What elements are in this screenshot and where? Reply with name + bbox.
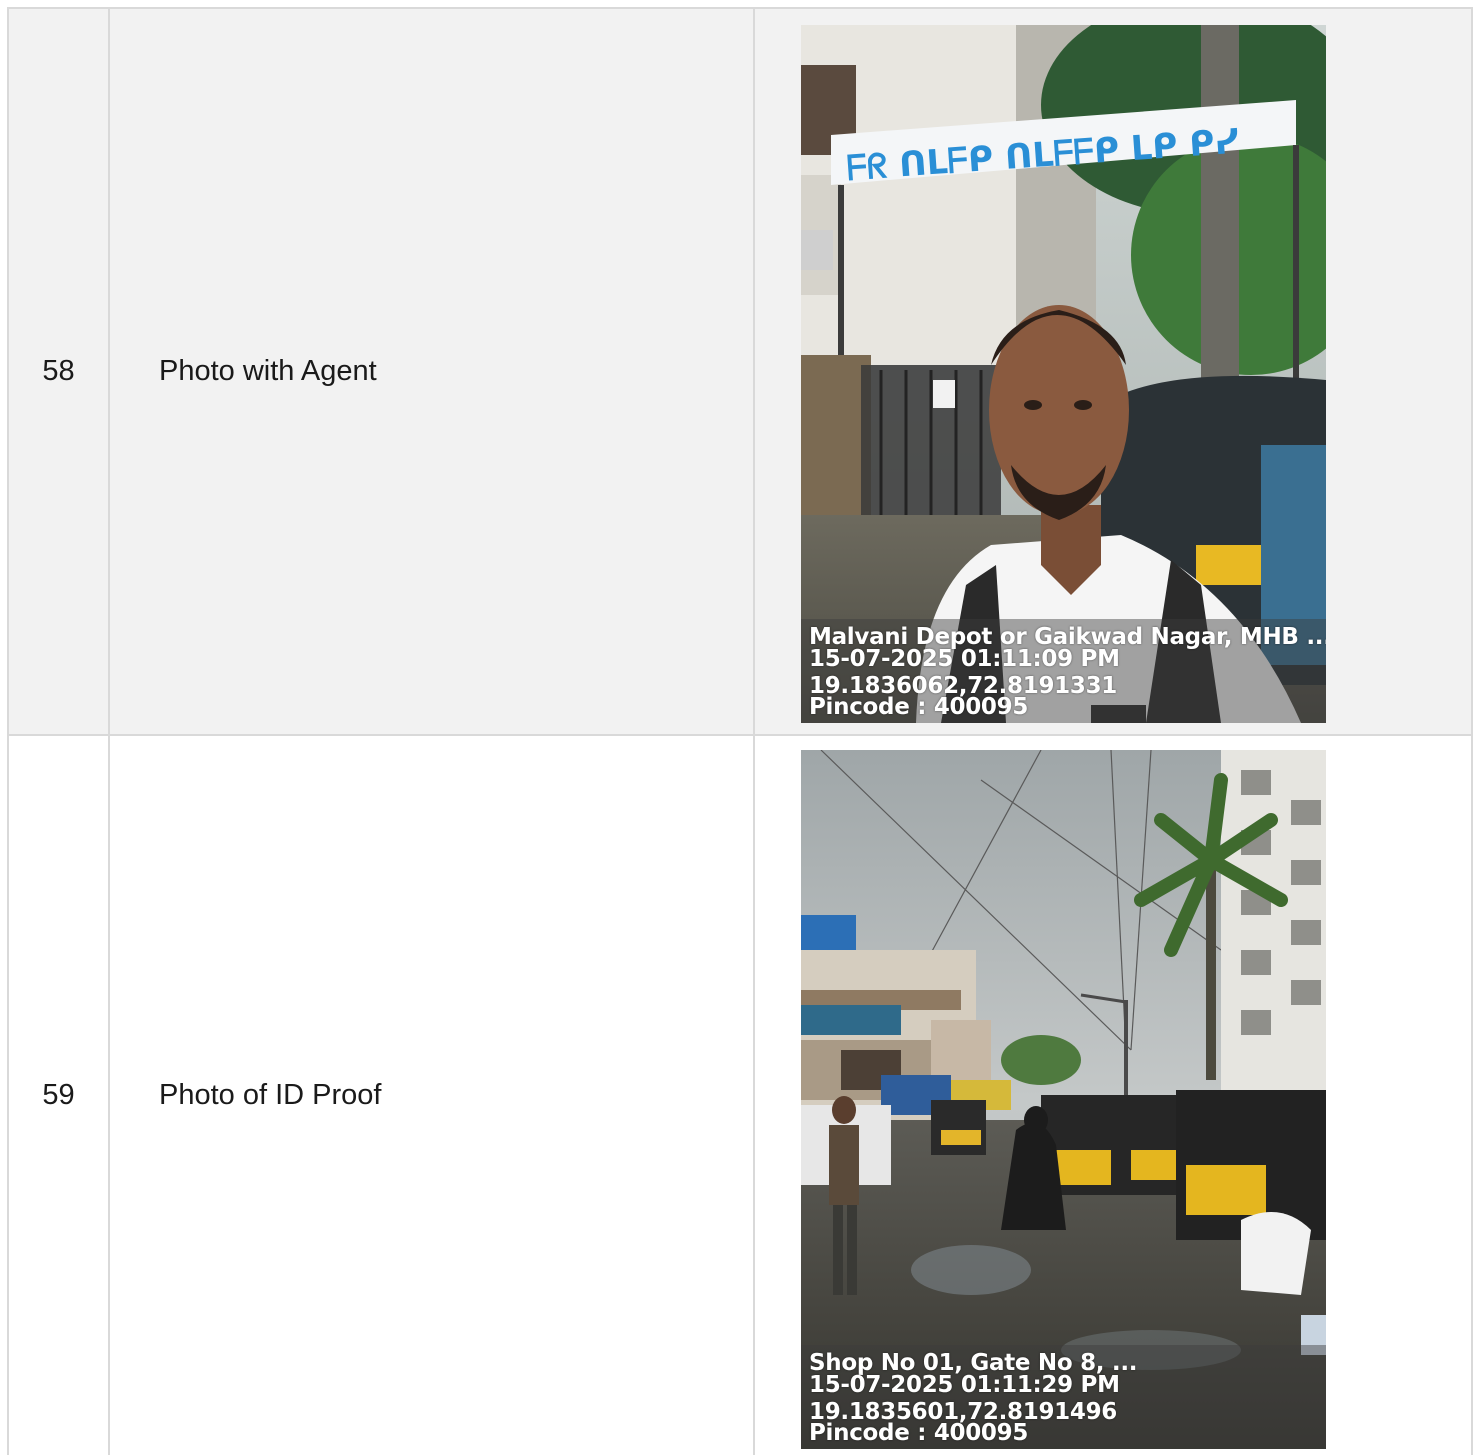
table-row: 58 Photo with Agent ᖴᖇ ᑎᒪᖴᑭ ᑎᒪᖴᖴᑭ ᒪᑭ ᑭᓯ … [7, 7, 1473, 734]
photo-geotag-stamp: Malvani Depot or Gaikwad Nagar, MHB ... … [801, 619, 1326, 723]
geotag-datetime: 15-07-2025 01:11:29 PM [809, 1372, 1120, 1398]
photo-cell: ᖴᖇ ᑎᒪᖴᑭ ᑎᒪᖴᖴᑭ ᒪᑭ ᑭᓯ Malvani Depot or Gai… [755, 9, 1471, 734]
row-label: Photo with Agent [110, 9, 755, 734]
id-proof-photo[interactable]: Shop No 01, Gate No 8, ... 15-07-2025 01… [801, 750, 1326, 1449]
photo-cell: Shop No 01, Gate No 8, ... 15-07-2025 01… [755, 736, 1471, 1455]
row-number: 58 [9, 9, 110, 734]
photo-geotag-stamp: Shop No 01, Gate No 8, ... 15-07-2025 01… [801, 1345, 1326, 1449]
geotag-datetime: 15-07-2025 01:11:09 PM [809, 646, 1120, 672]
photo-table: 58 Photo with Agent ᖴᖇ ᑎᒪᖴᑭ ᑎᒪᖴᖴᑭ ᒪᑭ ᑭᓯ … [7, 7, 1473, 1455]
table-row: 59 Photo of ID Proof Shop No 01, Gate No… [7, 734, 1473, 1455]
row-number: 59 [9, 736, 110, 1455]
agent-selfie-photo[interactable]: ᖴᖇ ᑎᒪᖴᑭ ᑎᒪᖴᖴᑭ ᒪᑭ ᑭᓯ Malvani Depot or Gai… [801, 25, 1326, 723]
geotag-pincode: Pincode : 400095 [809, 1420, 1029, 1446]
geotag-pincode: Pincode : 400095 [809, 694, 1029, 720]
row-label: Photo of ID Proof [110, 736, 755, 1455]
